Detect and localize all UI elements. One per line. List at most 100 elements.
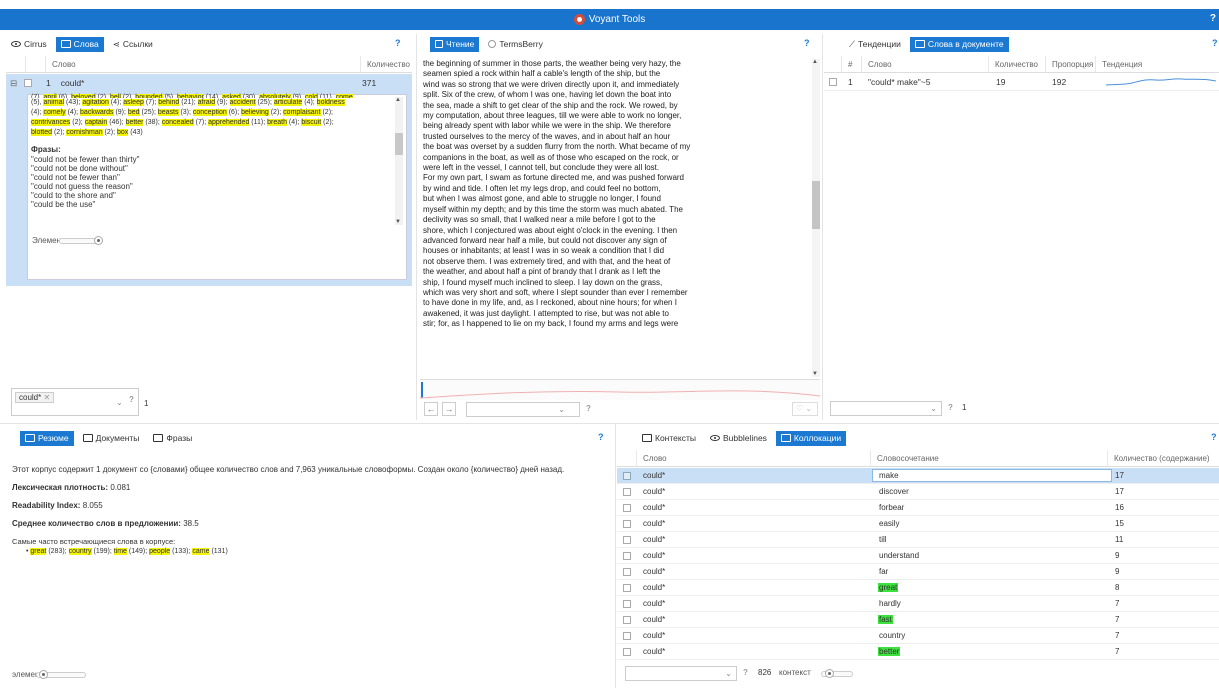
row-checkbox[interactable] (623, 504, 631, 512)
table-row[interactable]: could* great 8 (617, 580, 1219, 596)
table-row[interactable]: could* hardly 7 (617, 596, 1219, 612)
table-row[interactable]: could* easily 15 (617, 516, 1219, 532)
summary-help-icon[interactable]: ? (598, 432, 604, 442)
row-checkbox[interactable] (623, 536, 631, 544)
col-count[interactable]: Количество (361, 56, 412, 72)
trends-help-icon[interactable]: ? (1212, 38, 1218, 48)
tab-words[interactable]: Слова (55, 36, 104, 52)
collocates-search-help-icon[interactable]: ? (743, 668, 748, 677)
row-collocate[interactable]: easily (878, 519, 900, 528)
remove-chip-icon[interactable]: ✕ (43, 393, 50, 402)
row-collocate[interactable]: till (878, 535, 888, 544)
row-checkbox[interactable] (24, 79, 32, 87)
tab-bubblelines[interactable]: Bubblelines (705, 431, 772, 446)
context-slider[interactable] (821, 669, 853, 678)
frequent-word[interactable]: came (192, 548, 210, 555)
checkbox-col[interactable] (26, 56, 46, 72)
row-checkbox[interactable] (623, 648, 631, 656)
query-help-icon[interactable]: ? (129, 395, 134, 404)
trends-search-help-icon[interactable]: ? (948, 403, 953, 412)
col-word[interactable]: Слово (46, 56, 361, 72)
row-collocate[interactable]: make (872, 469, 1112, 482)
tab-links[interactable]: ⋖ Ссылки (108, 37, 158, 52)
scroll-down-icon[interactable]: ▼ (812, 371, 818, 377)
col-ratio[interactable]: Пропорция (1046, 56, 1096, 72)
row-checkbox[interactable] (623, 632, 631, 640)
row-checkbox[interactable] (829, 78, 837, 86)
table-row[interactable]: could* understand 9 (617, 548, 1219, 564)
table-row[interactable]: could* country 7 (617, 628, 1219, 644)
words-query-box[interactable]: could* ✕ ⌄ ? (11, 388, 139, 416)
frequent-word[interactable]: people (149, 548, 171, 555)
checkbox-col[interactable] (824, 56, 842, 72)
row-collocate[interactable]: understand (878, 551, 920, 560)
summary-elements-slider[interactable] (36, 669, 87, 679)
row-checkbox[interactable] (623, 488, 631, 496)
tab-trends[interactable]: ⟋ Тенденции (844, 37, 906, 52)
help-icon[interactable]: ? (1210, 13, 1216, 24)
table-row[interactable]: could* till 11 (617, 532, 1219, 548)
row-checkbox[interactable] (623, 584, 631, 592)
scroll-up-icon[interactable]: ▲ (395, 97, 401, 103)
tab-termsberry[interactable]: TermsBerry (483, 37, 547, 52)
row-checkbox[interactable] (623, 520, 631, 528)
tab-summary[interactable]: Резюме (20, 430, 74, 446)
col-collocate[interactable]: Словосочетание (871, 450, 1108, 466)
prev-icon[interactable]: ← (424, 402, 438, 416)
row-collocate[interactable]: fast (878, 615, 893, 624)
collocates-search-input[interactable]: ⌄ (625, 666, 737, 681)
table-row[interactable]: could* make 17 (617, 468, 1219, 484)
row-collocate[interactable]: far (878, 567, 889, 576)
tab-phrases[interactable]: Фразы (148, 431, 197, 446)
scroll-thumb[interactable] (812, 181, 820, 229)
row-collocate[interactable]: country (878, 631, 906, 640)
row-checkbox[interactable] (623, 616, 631, 624)
query-chip[interactable]: could* ✕ (15, 392, 55, 403)
row-checkbox[interactable] (623, 552, 631, 560)
tab-documents[interactable]: Документы (78, 431, 145, 446)
col-count[interactable]: Количество (содержание) (1108, 450, 1219, 466)
row-collocate[interactable]: great (878, 583, 899, 592)
col-trend[interactable]: Тенденция (1096, 56, 1219, 72)
table-row[interactable]: could* forbear 16 (617, 500, 1219, 516)
lightbulb-icon[interactable]: ♡ ⌄ (792, 402, 818, 416)
reader-search-help-icon[interactable]: ? (586, 404, 591, 413)
reader-help-icon[interactable]: ? (804, 38, 810, 48)
row-checkbox[interactable] (623, 472, 631, 480)
row-checkbox[interactable] (623, 568, 631, 576)
tab-reader[interactable]: Чтение (430, 36, 480, 52)
elements-slider[interactable] (58, 235, 103, 245)
table-row[interactable]: could* far 9 (617, 564, 1219, 580)
row-collocate[interactable]: better (878, 647, 901, 656)
trends-search-input[interactable]: ⌄ (830, 401, 942, 416)
checkbox-col[interactable] (617, 450, 637, 466)
col-word[interactable]: Слово (862, 56, 989, 72)
tab-collocates[interactable]: Коллокации (775, 430, 847, 446)
frequent-word[interactable]: great (30, 548, 47, 555)
tab-cirrus[interactable]: Cirrus (6, 37, 52, 52)
col-num[interactable]: # (842, 56, 862, 72)
row-collocate[interactable]: hardly (878, 599, 902, 608)
tab-contexts[interactable]: Контексты (637, 431, 701, 446)
col-word[interactable]: Слово (637, 450, 871, 466)
scroll-up-icon[interactable]: ▲ (812, 59, 818, 65)
collocates-help-icon[interactable]: ? (1211, 432, 1217, 442)
scroll-thumb[interactable] (395, 133, 403, 155)
scroll-down-icon[interactable]: ▼ (395, 219, 401, 225)
reader-document-strip[interactable] (420, 379, 820, 400)
query-dropdown-icon[interactable]: ⌄ (116, 398, 123, 407)
table-row[interactable]: 1 "could* make"~5 19 192 (824, 74, 1219, 91)
words-help-icon[interactable]: ? (395, 38, 401, 48)
table-row[interactable]: could* better 7 (617, 644, 1219, 660)
collapse-icon[interactable]: ⊟ (10, 78, 20, 89)
words-selected-row[interactable]: ⊟ 1 could* 371 (7), april (6), beloved (… (6, 74, 412, 286)
reader-search-input[interactable]: ⌄ (466, 402, 580, 417)
detail-scrollbar[interactable]: ▲ ▼ (395, 97, 403, 225)
table-row[interactable]: could* fast 7 (617, 612, 1219, 628)
reader-scrollbar[interactable]: ▲ ▼ (812, 59, 820, 377)
row-collocate[interactable]: forbear (878, 503, 905, 512)
next-icon[interactable]: → (442, 402, 456, 416)
row-checkbox[interactable] (623, 600, 631, 608)
frequent-word[interactable]: time (113, 548, 127, 555)
col-count[interactable]: Количество (989, 56, 1046, 72)
